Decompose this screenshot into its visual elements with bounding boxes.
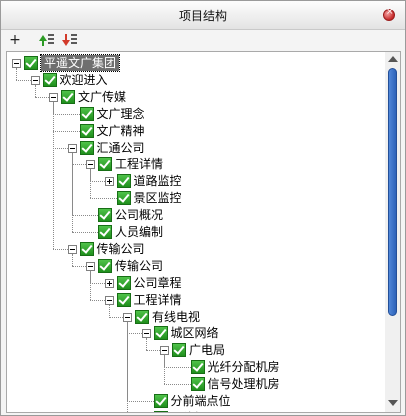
tree-node-label: 信号处理机房 — [207, 377, 280, 392]
tree-node-label: 景区监控 — [133, 191, 182, 206]
tree-node-label: 传输公司 — [115, 258, 164, 273]
tree-node[interactable]: 平遥文广集团 — [7, 54, 377, 72]
tree-node[interactable]: 信号处理机房 — [7, 376, 377, 392]
scroll-up-icon[interactable] — [386, 53, 399, 66]
collapse-icon[interactable] — [86, 160, 95, 170]
tree-node[interactable]: 光纤分配机房 — [7, 359, 377, 375]
tree-node-label: 广电局 — [189, 343, 226, 358]
checkbox-checked-icon[interactable] — [116, 191, 131, 206]
tree-node[interactable]: 网络概况 — [7, 410, 377, 412]
tree-node[interactable]: 汇通公司 — [7, 140, 377, 156]
collapse-icon[interactable] — [12, 59, 21, 68]
checkbox-checked-icon[interactable] — [153, 410, 168, 412]
checkbox-checked-icon[interactable] — [116, 174, 131, 189]
tree-node-label: 文广精神 — [96, 123, 145, 138]
checkbox-checked-icon[interactable] — [98, 225, 112, 239]
checkbox-checked-icon[interactable] — [135, 309, 149, 324]
checkbox-checked-icon[interactable] — [190, 377, 205, 392]
tree-node-label: 文广传媒 — [78, 89, 127, 104]
tree-node[interactable]: 景区监控 — [7, 190, 377, 206]
collapse-icon[interactable] — [49, 92, 58, 102]
collapse-icon[interactable] — [30, 75, 40, 85]
vertical-scrollbar[interactable] — [385, 52, 400, 412]
collapse-icon[interactable] — [160, 346, 169, 356]
tree-node[interactable]: 工程详情 — [7, 292, 377, 308]
tree-node-label: 道路监控 — [133, 174, 182, 189]
panel-title: 项目结构 — [178, 9, 227, 23]
checkbox-checked-icon[interactable] — [98, 157, 112, 172]
tree-node[interactable]: 欢迎进入 — [7, 72, 377, 88]
tree-view: 平遥文广集团 欢迎进入 文广传媒 文广理念 文广精神 汇通公司 工程详情 道路监控 景区监控 公司… — [6, 51, 401, 413]
tree-node-label: 公司概况 — [115, 208, 164, 223]
checkbox-checked-icon[interactable] — [172, 343, 186, 358]
collapse-icon[interactable] — [86, 261, 95, 271]
tree-node[interactable]: 公司章程 — [7, 275, 377, 291]
project-structure-panel: 项目结构 + 平遥文广集团欢迎进入文广传媒文广理念文广精神汇通公司工程详情道路监… — [0, 0, 406, 416]
tree-node-label: 城区网络 — [170, 326, 219, 341]
checkbox-checked-icon[interactable] — [153, 394, 168, 408]
tree-node[interactable]: 传输公司 — [7, 258, 377, 274]
checkbox-checked-icon[interactable] — [98, 208, 112, 223]
checkbox-checked-icon[interactable] — [79, 123, 94, 138]
collapse-icon[interactable] — [67, 244, 77, 254]
tree-node[interactable]: 公司概况 — [7, 207, 377, 223]
checkbox-checked-icon[interactable] — [42, 72, 57, 87]
collapse-icon[interactable] — [67, 143, 77, 153]
checkbox-checked-icon[interactable] — [190, 360, 205, 375]
checkbox-checked-icon[interactable] — [79, 140, 94, 155]
tree-node-label: 网络概况 — [171, 410, 219, 412]
tree-node-label: 传输公司 — [96, 241, 145, 256]
tree-node-label: 汇通公司 — [96, 140, 145, 155]
scroll-down-icon[interactable] — [386, 397, 399, 410]
tree-node[interactable]: 人员编制 — [7, 224, 377, 240]
tree-node-label: 分前端点位 — [170, 394, 231, 408]
collapse-icon[interactable] — [104, 295, 114, 305]
expand-icon[interactable] — [104, 278, 114, 288]
checkbox-checked-icon[interactable] — [61, 89, 75, 104]
collapse-icon[interactable] — [123, 312, 132, 322]
tree-node[interactable]: 文广精神 — [7, 123, 377, 139]
checkbox-checked-icon[interactable] — [153, 326, 168, 341]
checkbox-checked-icon[interactable] — [79, 106, 94, 121]
toolbar: + — [1, 30, 405, 50]
tree-node-label: 文广理念 — [96, 106, 145, 121]
tree-node[interactable]: 广电局 — [7, 342, 377, 358]
tree-node[interactable]: 文广理念 — [7, 106, 377, 122]
collapse-icon[interactable] — [141, 329, 151, 339]
add-button[interactable]: + — [5, 31, 25, 49]
move-down-icon[interactable] — [62, 33, 78, 47]
tree-node[interactable]: 有线电视 — [7, 309, 377, 325]
checkbox-checked-icon[interactable] — [116, 275, 131, 290]
tree-node-label: 欢迎进入 — [59, 72, 108, 87]
tree-node-label: 工程详情 — [115, 157, 164, 172]
tree-node[interactable]: 文广传媒 — [7, 89, 377, 105]
tree-node-label: 人员编制 — [115, 225, 164, 239]
tree-node[interactable]: 城区网络 — [7, 325, 377, 341]
tree-node-label: 工程详情 — [133, 292, 182, 307]
expand-icon[interactable] — [104, 177, 114, 187]
checkbox-checked-icon[interactable] — [116, 292, 131, 307]
checkbox-checked-icon[interactable] — [79, 241, 94, 256]
checkbox-checked-icon[interactable] — [24, 56, 38, 70]
tree-node-label: 有线电视 — [152, 309, 201, 324]
title-bar: 项目结构 — [1, 1, 405, 30]
tree-node[interactable]: 分前端点位 — [7, 393, 377, 409]
tree-node-label: 公司章程 — [133, 275, 182, 290]
tree-node-label: 平遥文广集团 — [39, 54, 121, 72]
tree-node[interactable]: 工程详情 — [7, 156, 377, 172]
checkbox-checked-icon[interactable] — [98, 258, 112, 273]
tree-node[interactable]: 道路监控 — [7, 173, 377, 189]
scrollbar-thumb[interactable] — [388, 68, 397, 316]
move-up-icon[interactable] — [39, 33, 55, 47]
tree-node[interactable]: 传输公司 — [7, 241, 377, 257]
close-icon[interactable] — [383, 7, 395, 21]
tree-node-label: 光纤分配机房 — [207, 360, 280, 375]
